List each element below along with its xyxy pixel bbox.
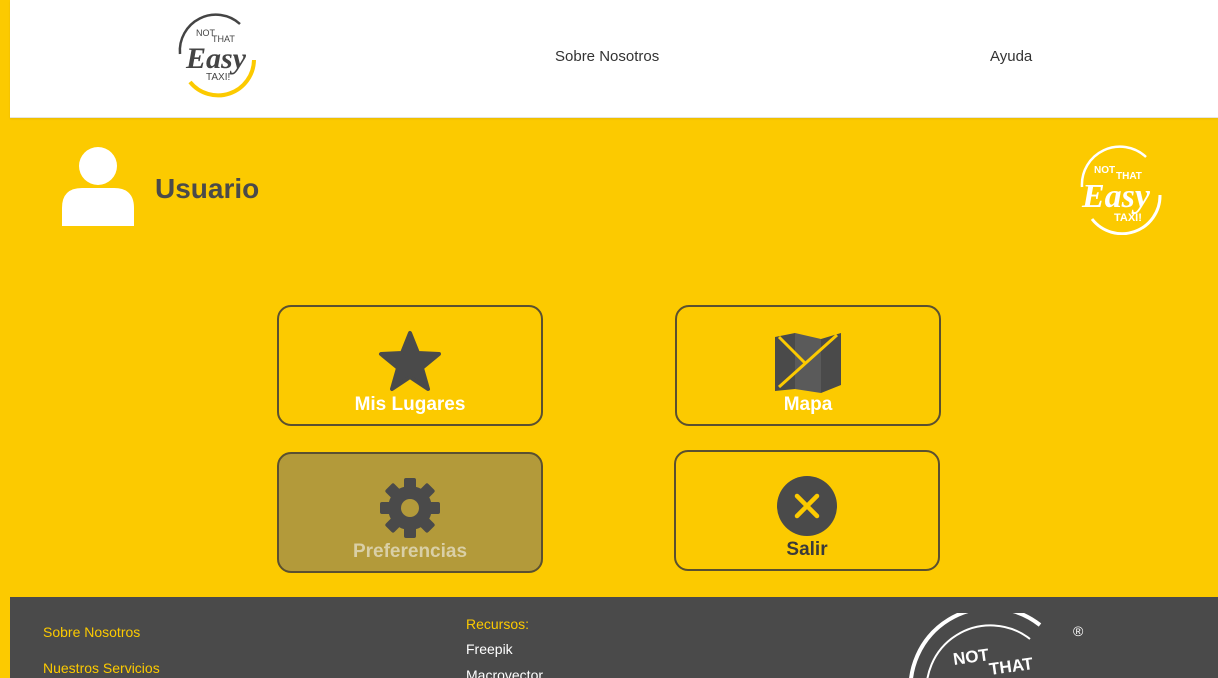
salir-button[interactable]: Salir xyxy=(674,450,940,571)
footer-link-services[interactable]: Nuestros Servicios xyxy=(43,660,160,676)
footer: Sobre Nosotros Nuestros Servicios Recurs… xyxy=(10,597,1218,678)
registered-mark: ® xyxy=(1073,623,1084,639)
logo-text-not: NOT xyxy=(1094,165,1115,176)
footer-logo-that: THAT xyxy=(988,654,1035,678)
mis-lugares-button[interactable]: Mis Lugares xyxy=(277,305,543,426)
footer-logo: NOT THAT xyxy=(909,613,1042,678)
logo-text-taxi: TAXI! xyxy=(1114,212,1142,224)
logo-text-easy: Easy xyxy=(185,42,247,75)
mapa-label: Mapa xyxy=(783,394,833,415)
page-title: Usuario xyxy=(155,173,260,204)
logo: NOT THAT Easy TAXI! xyxy=(1080,145,1162,235)
mis-lugares-label: Mis Lugares xyxy=(354,394,466,415)
mapa-button[interactable]: Mapa xyxy=(675,305,941,426)
nav-link-help[interactable]: Ayuda xyxy=(990,48,1032,65)
nav-link-about[interactable]: Sobre Nosotros xyxy=(555,48,659,65)
resource-item: Freepik xyxy=(466,641,513,657)
preferencias-button[interactable]: Preferencias xyxy=(277,452,543,573)
close-icon xyxy=(777,476,837,536)
footer-link-about[interactable]: Sobre Nosotros xyxy=(43,624,140,640)
map-icon xyxy=(775,333,841,393)
resources-title: Recursos: xyxy=(466,616,530,632)
footer-logo-not: NOT xyxy=(952,645,991,669)
star-icon xyxy=(379,331,441,391)
gear-icon xyxy=(380,478,440,538)
top-navbar: NOT THAT Easy TAXI! Sobre Nosotros Ayuda xyxy=(10,0,1218,118)
logo-text-easy: Easy xyxy=(1081,178,1151,215)
resource-item: Macrovector xyxy=(466,667,544,678)
salir-label: Salir xyxy=(786,539,828,560)
logo[interactable]: NOT THAT Easy TAXI! xyxy=(170,12,262,98)
user-icon xyxy=(62,147,134,226)
logo-text-taxi: TAXI! xyxy=(206,72,230,83)
preferencias-label: Preferencias xyxy=(352,541,468,562)
